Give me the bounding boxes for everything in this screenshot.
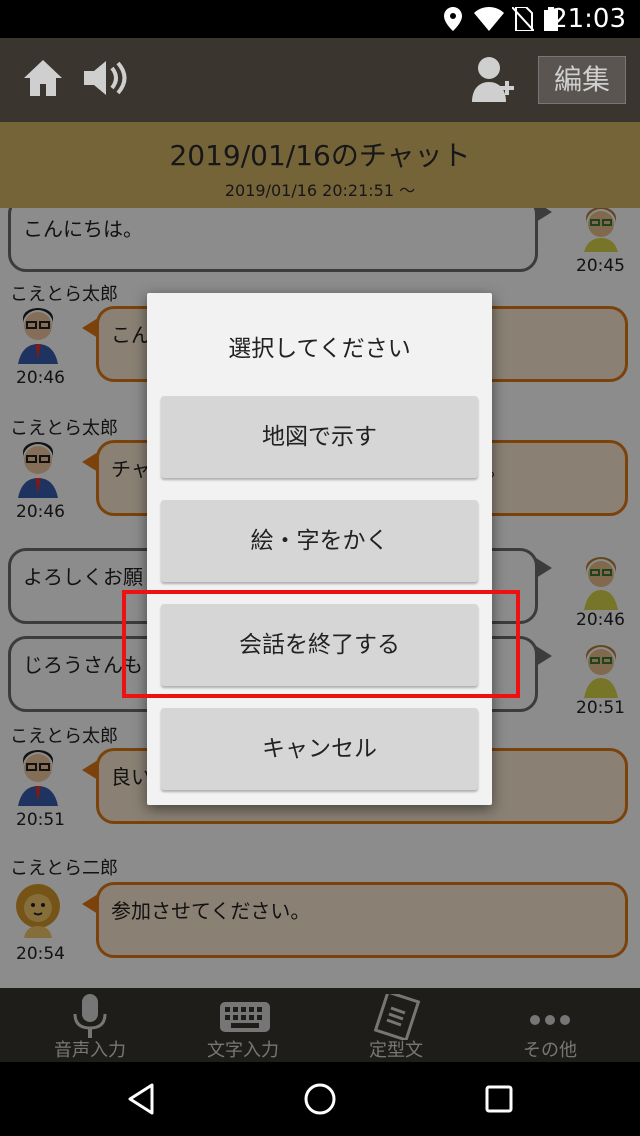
dialog-title: 選択してください	[228, 336, 411, 362]
add-user-icon[interactable]	[472, 56, 514, 102]
wifi-icon	[474, 7, 504, 31]
system-nav-bar	[0, 1062, 640, 1136]
app-toolbar: 編集	[0, 38, 640, 122]
show-on-map-button[interactable]: 地図で示す	[161, 396, 478, 478]
selection-dialog: 選択してください 地図で示す 絵・字をかく 会話を終了する キャンセル	[147, 293, 492, 805]
location-icon	[444, 7, 462, 31]
status-time: 21:03	[551, 4, 626, 34]
speaker-icon[interactable]	[82, 58, 130, 98]
cancel-button[interactable]: キャンセル	[161, 708, 478, 790]
home-icon[interactable]	[22, 58, 64, 98]
draw-button[interactable]: 絵・字をかく	[161, 500, 478, 582]
highlight-box	[122, 590, 520, 698]
back-icon[interactable]	[126, 1082, 156, 1116]
edit-button[interactable]: 編集	[538, 56, 626, 104]
status-bar: 21:03	[0, 0, 640, 38]
home-button-icon[interactable]	[303, 1082, 337, 1116]
recents-icon[interactable]	[484, 1082, 514, 1116]
no-sim-icon	[512, 7, 534, 31]
